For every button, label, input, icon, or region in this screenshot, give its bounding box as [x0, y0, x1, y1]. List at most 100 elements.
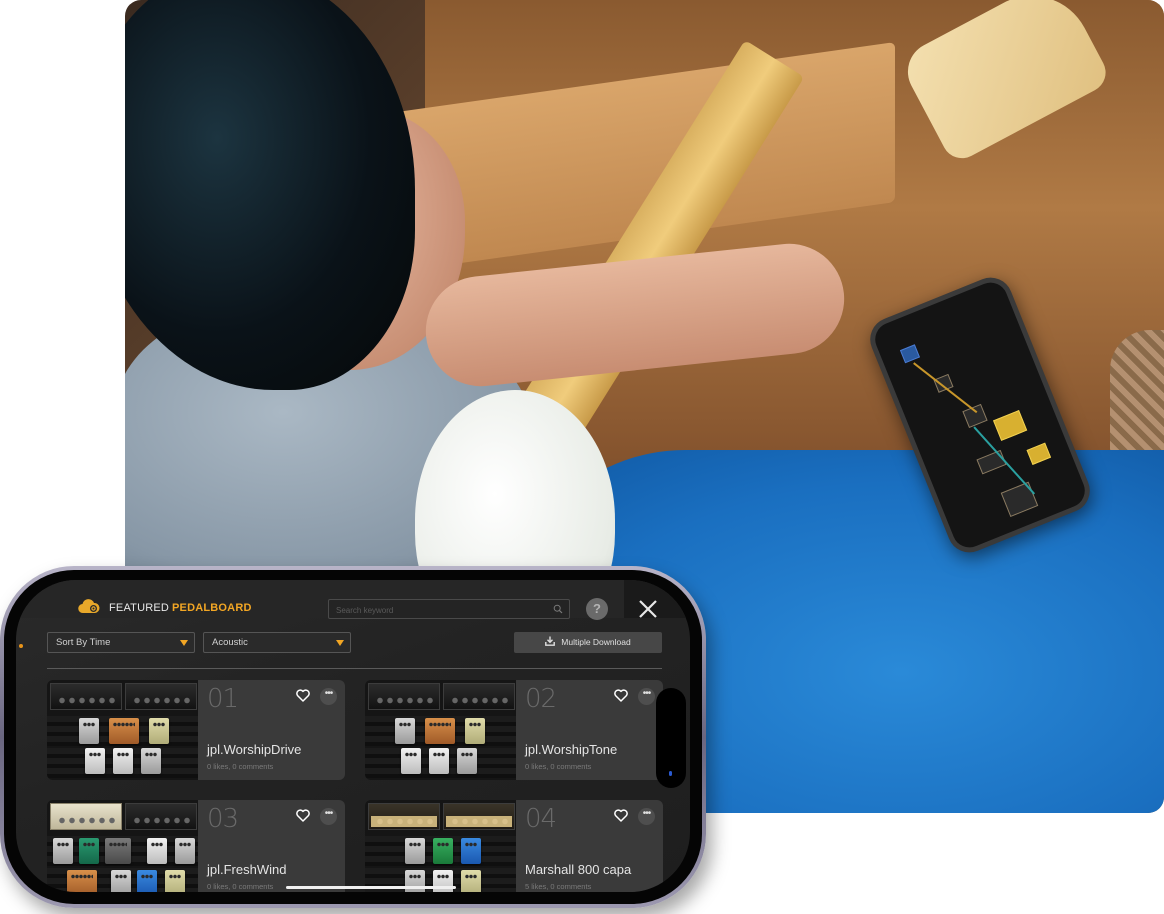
amp-head — [443, 683, 515, 710]
preset-meta: 0 likes, 0 comments — [207, 882, 274, 891]
mini-node — [962, 403, 988, 429]
home-indicator[interactable] — [286, 886, 456, 889]
amp-head — [368, 803, 440, 830]
caret-down-icon — [336, 640, 344, 646]
pedal — [433, 838, 453, 864]
dynamic-island — [656, 688, 686, 788]
preset-meta: 0 likes, 0 comments — [525, 762, 592, 771]
heart-icon[interactable] — [614, 809, 628, 822]
pedal — [461, 870, 481, 892]
preset-info: 03 jpl.FreshWind 0 likes, 0 comments ••• — [198, 800, 345, 892]
pedal — [67, 870, 97, 892]
mini-node — [1000, 481, 1039, 518]
pedal — [79, 718, 99, 744]
preset-info: 04 Marshall 800 capa 5 likes, 0 comments… — [516, 800, 663, 892]
help-icon: ? — [593, 601, 601, 616]
multiple-download-button[interactable]: Multiple Download — [514, 632, 662, 653]
pedal — [53, 838, 73, 864]
caret-down-icon — [180, 640, 188, 646]
more-icon[interactable]: ••• — [320, 688, 337, 705]
preset-title: jpl.WorshipDrive — [207, 742, 302, 757]
genre-dropdown[interactable]: Acoustic — [203, 632, 351, 653]
preset-title: jpl.FreshWind — [207, 862, 287, 877]
pedal — [401, 748, 421, 774]
help-button[interactable]: ? — [586, 598, 608, 620]
preset-meta: 5 likes, 0 comments — [525, 882, 592, 891]
pedal — [147, 838, 167, 864]
amp-head — [50, 803, 122, 830]
pedal — [165, 870, 185, 892]
pedal — [457, 748, 477, 774]
mini-node — [993, 410, 1028, 441]
preset-number: 02 — [525, 684, 557, 714]
photo-person-hair — [125, 0, 415, 390]
top-nav-bar: FEATURED PEDALBOARD ? — [16, 580, 690, 620]
search-box — [328, 599, 570, 620]
download-icon — [545, 636, 556, 646]
more-icon[interactable]: ••• — [638, 688, 655, 705]
genre-dropdown-value: Acoustic — [212, 637, 248, 648]
preset-info: 02 jpl.WorshipTone 0 likes, 0 comments •… — [516, 680, 663, 780]
pedal — [175, 838, 195, 864]
heart-icon[interactable] — [296, 689, 310, 702]
pedal — [79, 838, 99, 864]
more-icon[interactable]: ••• — [638, 808, 655, 825]
pedal — [425, 718, 455, 744]
heart-icon[interactable] — [614, 689, 628, 702]
amp-head — [368, 683, 440, 710]
pedal — [395, 718, 415, 744]
pedal — [429, 748, 449, 774]
search-input[interactable] — [329, 601, 569, 620]
close-icon[interactable] — [638, 599, 658, 619]
preset-meta: 0 likes, 0 comments — [207, 762, 274, 771]
mini-node — [1026, 442, 1052, 465]
search-icon[interactable] — [553, 604, 563, 614]
pedal — [113, 748, 133, 774]
preset-thumbnail — [47, 680, 198, 780]
preset-info: 01 jpl.WorshipDrive 0 likes, 0 comments … — [198, 680, 345, 780]
preset-card[interactable]: 04 Marshall 800 capa 5 likes, 0 comments… — [365, 800, 663, 892]
mini-wire — [913, 362, 978, 414]
preset-number: 01 — [207, 684, 239, 714]
pedal — [465, 718, 485, 744]
pedal — [109, 718, 139, 744]
sort-dropdown[interactable]: Sort By Time — [47, 632, 195, 653]
tab-pedalboard[interactable]: PEDALBOARD — [172, 602, 252, 614]
amp-head — [125, 683, 197, 710]
preset-thumbnail — [365, 680, 516, 780]
preset-title: jpl.WorshipTone — [525, 742, 618, 757]
preset-thumbnail — [365, 800, 516, 892]
mini-node — [899, 344, 921, 364]
preset-number: 03 — [207, 804, 239, 834]
amp-head — [125, 803, 197, 830]
phone-bezel: FEATURED PEDALBOARD ? — [4, 570, 702, 904]
heart-icon[interactable] — [296, 809, 310, 822]
mini-node — [976, 449, 1007, 475]
pedal — [149, 718, 169, 744]
pedal — [461, 838, 481, 864]
preset-title: Marshall 800 capa — [525, 862, 632, 877]
preset-thumbnail — [47, 800, 198, 892]
amp-head — [50, 683, 122, 710]
pedal — [85, 748, 105, 774]
pedal — [111, 870, 131, 892]
multiple-download-label: Multiple Download — [561, 637, 631, 647]
pedal — [105, 838, 131, 864]
sort-dropdown-value: Sort By Time — [56, 637, 111, 648]
pedal — [141, 748, 161, 774]
amp-head — [443, 803, 515, 830]
close-area — [624, 580, 690, 618]
phone-frame: FEATURED PEDALBOARD ? — [0, 566, 706, 908]
page-indicator-dot — [19, 644, 23, 648]
more-icon[interactable]: ••• — [320, 808, 337, 825]
preset-card[interactable]: 02 jpl.WorshipTone 0 likes, 0 comments •… — [365, 680, 663, 780]
camera-dot — [669, 771, 672, 776]
pedal — [137, 870, 157, 892]
tab-featured[interactable]: FEATURED — [109, 602, 169, 614]
app-screen: FEATURED PEDALBOARD ? — [16, 580, 690, 892]
preset-card[interactable]: 01 jpl.WorshipDrive 0 likes, 0 comments … — [47, 680, 345, 780]
pedal — [405, 838, 425, 864]
cloud-logo-icon[interactable] — [78, 598, 100, 614]
divider — [47, 668, 662, 669]
preset-card[interactable]: 03 jpl.FreshWind 0 likes, 0 comments ••• — [47, 800, 345, 892]
